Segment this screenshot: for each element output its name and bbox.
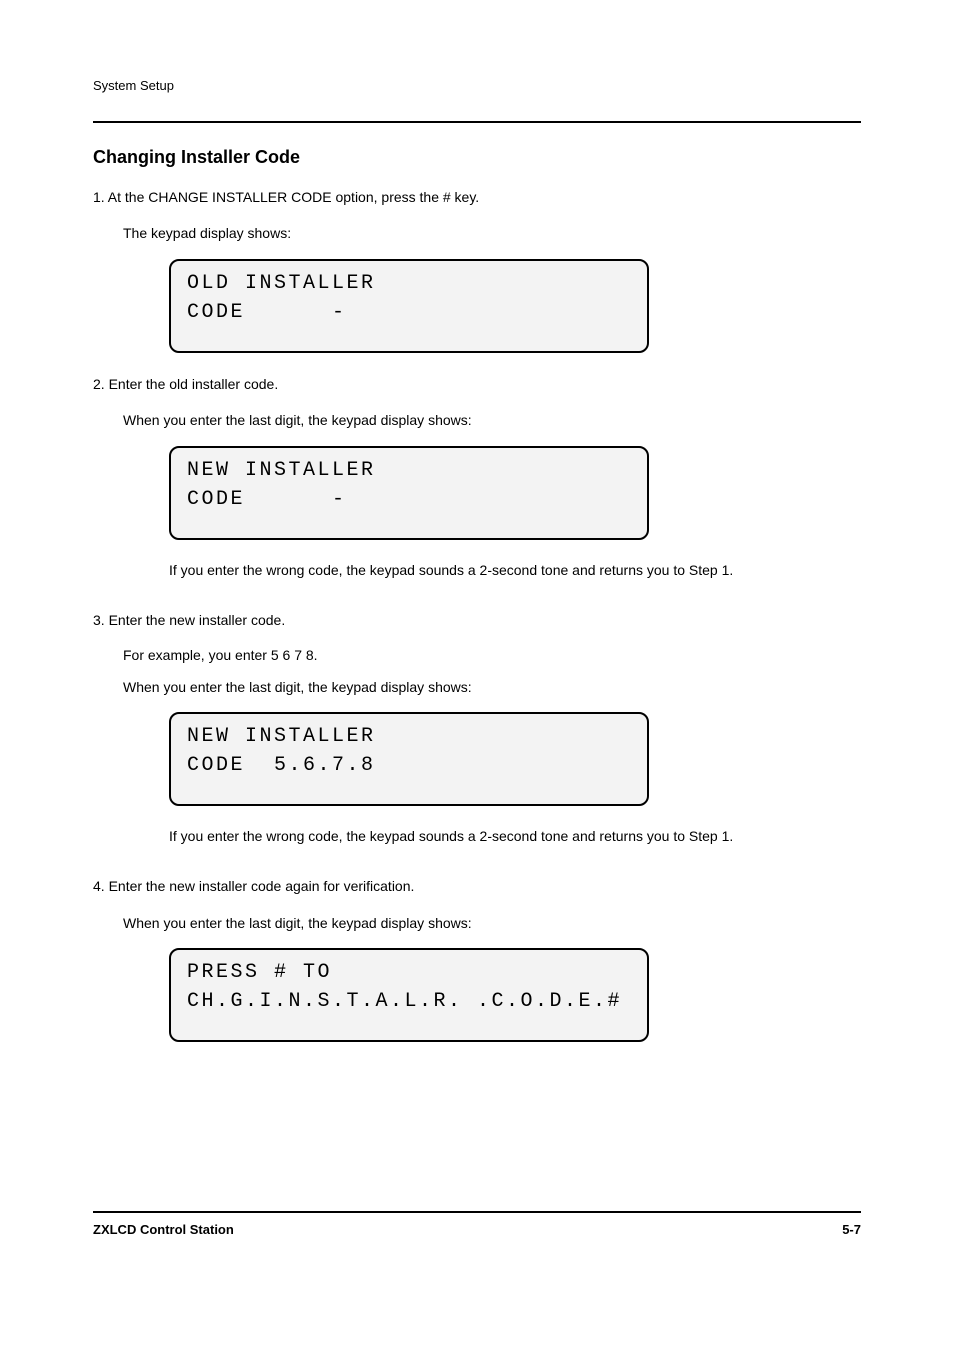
- step-4-line: 4. Enter the new installer code again fo…: [93, 875, 861, 897]
- top-rule: [93, 121, 861, 123]
- bottom-rule: [93, 1211, 861, 1213]
- step-3-line: 3. Enter the new installer code.: [93, 609, 861, 631]
- lcd-4-line-2: CH.G.I.N.S.T.A.L.R. .C.O.D.E.#: [187, 989, 631, 1014]
- step-1-after: The keypad display shows:: [123, 222, 861, 244]
- footer-left: ZXLCD Control Station: [93, 1222, 234, 1237]
- page-content: System Setup Changing Installer Code 1. …: [0, 0, 954, 1042]
- header-text: System Setup: [93, 78, 861, 93]
- lcd-display-4: PRESS # TO CH.G.I.N.S.T.A.L.R. .C.O.D.E.…: [169, 948, 649, 1042]
- lcd-3-line-2: CODE 5.6.7.8: [187, 753, 631, 778]
- step-4-after: When you enter the last digit, the keypa…: [123, 912, 861, 934]
- lcd-4-line-1: PRESS # TO: [187, 960, 631, 985]
- wrong-code-note-2: If you enter the wrong code, the keypad …: [169, 826, 785, 847]
- step-3-after: When you enter the last digit, the keypa…: [123, 676, 861, 698]
- footer-right: 5-7: [842, 1222, 861, 1237]
- step-3-sub: For example, you enter 5 6 7 8.: [123, 645, 861, 666]
- lcd-1-line-2: CODE -: [187, 300, 631, 325]
- step-1-line: 1. At the CHANGE INSTALLER CODE option, …: [93, 186, 861, 208]
- lcd-display-2: NEW INSTALLER CODE -: [169, 446, 649, 540]
- step-2-line: 2. Enter the old installer code.: [93, 373, 861, 395]
- lcd-1-line-1: OLD INSTALLER: [187, 271, 631, 296]
- lcd-3-line-1: NEW INSTALLER: [187, 724, 631, 749]
- lcd-2-line-2: CODE -: [187, 487, 631, 512]
- lcd-display-1: OLD INSTALLER CODE -: [169, 259, 649, 353]
- step-2-after: When you enter the last digit, the keypa…: [123, 409, 861, 431]
- lcd-display-3: NEW INSTALLER CODE 5.6.7.8: [169, 712, 649, 806]
- lcd-2-line-1: NEW INSTALLER: [187, 458, 631, 483]
- section-title: Changing Installer Code: [93, 147, 861, 168]
- wrong-code-note-1: If you enter the wrong code, the keypad …: [169, 560, 785, 581]
